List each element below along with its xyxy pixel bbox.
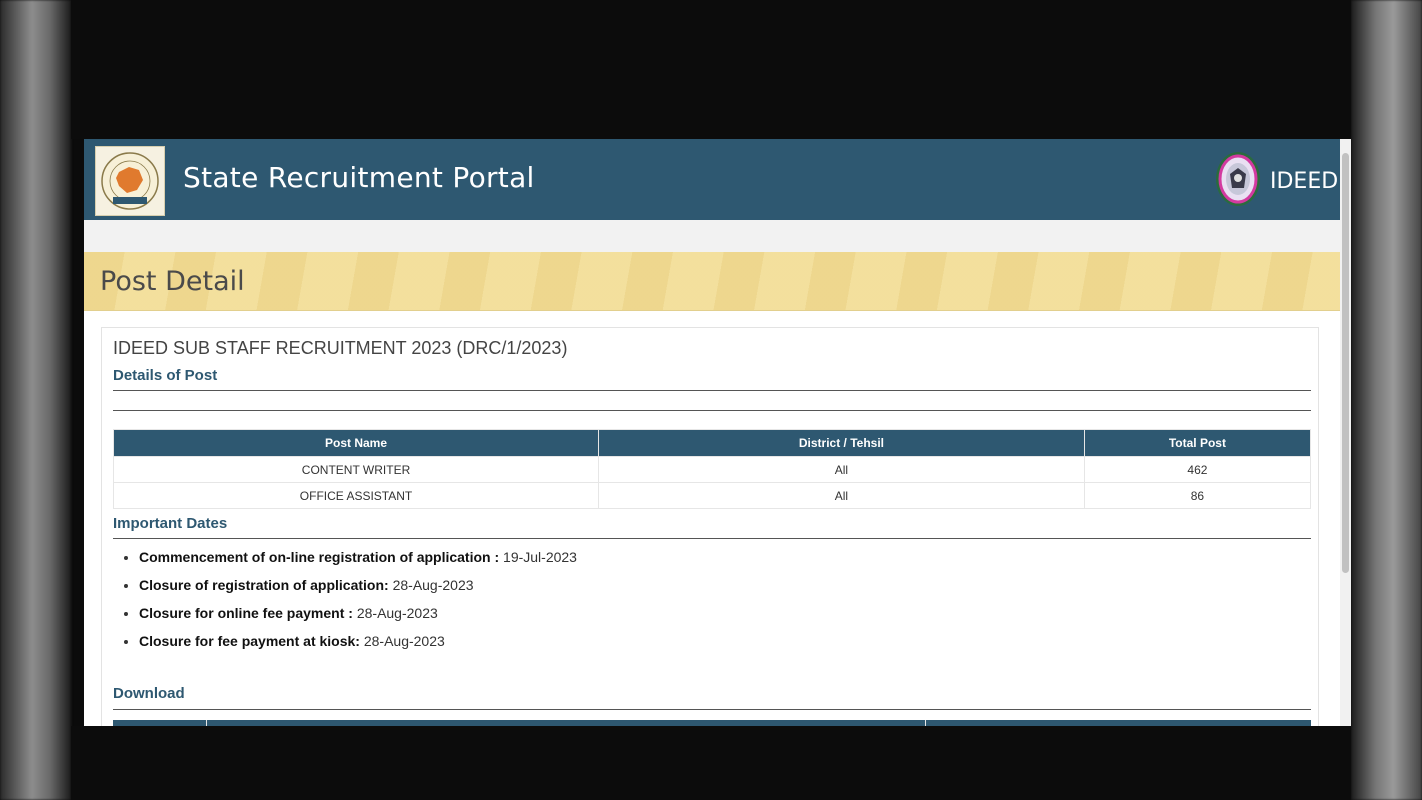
section-title-details: Details of Post [113, 367, 218, 384]
column-header: Total Post [1083, 429, 1312, 457]
ideed-emblem-icon [1214, 150, 1262, 208]
table-cell: All [598, 456, 1085, 483]
browser-viewport: State Recruitment Portal IDEED ​ ​ Post … [84, 139, 1351, 726]
date-label: Closure of registration of application: [139, 577, 389, 593]
table-cell: 462 [1083, 456, 1312, 483]
page-scrollbar[interactable] [1340, 139, 1351, 726]
letterbox-top [71, 0, 1351, 139]
divider [113, 390, 1311, 391]
banner-decoration: ​ [832, 264, 836, 304]
portal-title: State Recruitment Portal [183, 161, 535, 194]
blurred-left-margin [0, 0, 71, 800]
page-title: Post Detail [100, 266, 245, 297]
divider [113, 538, 1311, 539]
section-title-dates: Important Dates [113, 515, 228, 532]
letterbox-bottom [71, 726, 1351, 800]
table-cell: CONTENT WRITER [112, 456, 600, 483]
table-cell: All [598, 482, 1085, 509]
date-label: Commencement of on-line registration of … [139, 549, 500, 565]
posts-table: Post Name District / Tehsil Total Post C… [112, 429, 1312, 509]
section-title-download: Download [113, 685, 185, 702]
divider [113, 410, 1311, 411]
site-header: State Recruitment Portal IDEED [84, 139, 1340, 220]
list-item: Closure for online fee payment : 28-Aug-… [139, 599, 577, 627]
table-row: CONTENT WRITER All 462 [112, 456, 1312, 483]
date-value: 28-Aug-2023 [363, 633, 445, 649]
page-banner: ​ ​ Post Detail [84, 252, 1340, 311]
column-header: District / Tehsil [598, 429, 1085, 457]
nav-strip [84, 220, 1340, 252]
important-dates-list: Commencement of on-line registration of … [113, 543, 577, 655]
list-item: Closure for fee payment at kiosk: 28-Aug… [139, 627, 577, 655]
scroll-thumb[interactable] [1342, 153, 1349, 573]
table-cell: OFFICE ASSISTANT [112, 482, 600, 509]
divider [113, 709, 1311, 710]
recruitment-title: IDEED SUB STAFF RECRUITMENT 2023 (DRC/1/… [113, 338, 568, 358]
rajasthan-map-seal-icon[interactable] [95, 146, 165, 216]
table-row: OFFICE ASSISTANT All 86 [112, 482, 1312, 509]
date-value: 28-Aug-2023 [392, 577, 474, 593]
table-cell: 86 [1083, 482, 1312, 509]
post-detail-panel: IDEED SUB STAFF RECRUITMENT 2023 (DRC/1/… [101, 327, 1319, 726]
date-value: 28-Aug-2023 [356, 605, 438, 621]
list-item: Commencement of on-line registration of … [139, 543, 577, 571]
list-item: Closure of registration of application: … [139, 571, 577, 599]
column-header: Post Name [112, 429, 600, 457]
blurred-right-margin [1351, 0, 1422, 800]
column-divider [925, 720, 926, 726]
brand-name: IDEED [1270, 169, 1339, 194]
date-value: 19-Jul-2023 [503, 549, 577, 565]
column-divider [206, 720, 207, 726]
date-label: Closure for fee payment at kiosk: [139, 633, 360, 649]
date-label: Closure for online fee payment : [139, 605, 353, 621]
download-table-header [113, 720, 1311, 726]
